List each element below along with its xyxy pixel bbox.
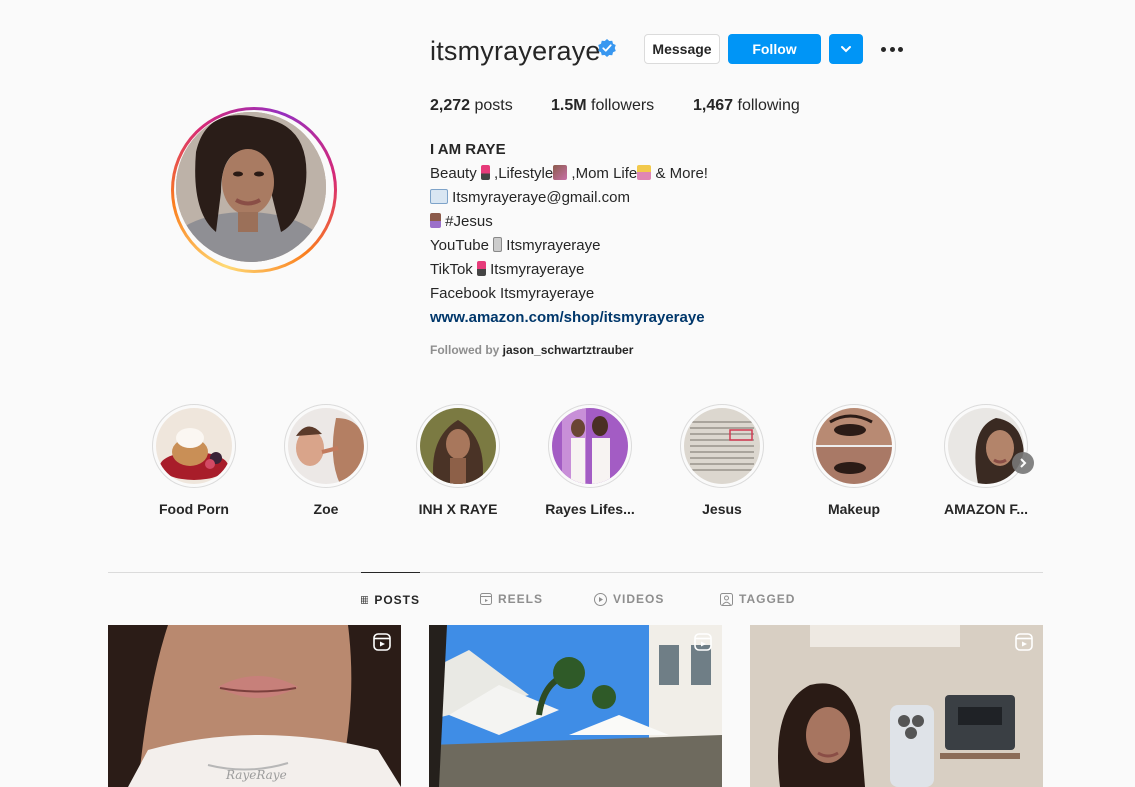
- tab-reels[interactable]: REELS: [480, 572, 543, 626]
- highlight-label: Jesus: [702, 501, 742, 517]
- message-button[interactable]: Message: [644, 34, 720, 64]
- suggested-accounts-dropdown-button[interactable]: [829, 34, 863, 64]
- bio-display-name: I AM RAYE: [430, 141, 506, 158]
- follow-button[interactable]: Follow: [728, 34, 821, 64]
- bio-facebook: Facebook Itsmyrayeraye: [430, 285, 595, 302]
- bio-email: Itsmyrayeraye@gmail.com: [430, 189, 630, 206]
- svg-text:RayeRaye: RayeRaye: [225, 768, 287, 782]
- highlight-food-porn[interactable]: Food Porn: [152, 404, 236, 517]
- followers-link[interactable]: 1.5M followers: [551, 97, 654, 115]
- bio-jesus: #Jesus: [430, 213, 493, 230]
- bio-external-link[interactable]: www.amazon.com/shop/itsmyrayeraye: [430, 309, 705, 326]
- highlight-label: AMAZON F...: [944, 501, 1028, 517]
- highlight-label: Zoe: [313, 501, 339, 517]
- highlight-label: INH X RAYE: [418, 501, 498, 517]
- highlight-jesus[interactable]: Jesus: [680, 404, 764, 517]
- chevron-right-icon: [1020, 458, 1027, 468]
- praying-hands-emoji-icon: [430, 213, 441, 228]
- highlight-label: Food Porn: [159, 501, 229, 517]
- tag-user-icon: [720, 592, 733, 606]
- tab-videos[interactable]: VIDEOS: [594, 572, 664, 626]
- reel-icon: [480, 593, 492, 605]
- highlight-label: Rayes Lifes...: [545, 501, 635, 517]
- highlight-rayes-lifestyle[interactable]: Rayes Lifes...: [545, 404, 635, 517]
- reel-icon: [1015, 633, 1033, 651]
- tabs-divider: [108, 572, 1043, 573]
- play-circle-icon: [594, 592, 607, 606]
- lipstick-emoji-icon: [480, 165, 490, 180]
- tab-tagged[interactable]: TAGGED: [720, 572, 795, 626]
- bio-tiktok: TikTok Itsmyrayeraye: [430, 261, 585, 278]
- mother-emoji-icon: [637, 165, 652, 180]
- more-options-icon[interactable]: [878, 38, 906, 60]
- chevron-down-icon: [841, 46, 851, 53]
- bio-line-interests: Beauty ,Lifestyle ,Mom Life & More!: [430, 165, 708, 182]
- reel-icon: [373, 633, 391, 651]
- phone-emoji-icon: [493, 237, 503, 252]
- highlight-amazon-finds[interactable]: AMAZON F...: [944, 404, 1028, 517]
- profile-avatar[interactable]: [171, 107, 337, 273]
- nail-polish-emoji-icon: [553, 165, 568, 180]
- tab-posts[interactable]: POSTS: [361, 572, 420, 626]
- verified-badge-icon: [598, 39, 616, 57]
- highlight-inh-x-raye[interactable]: INH X RAYE: [416, 404, 500, 517]
- posts-count: 2,272 posts: [430, 97, 513, 114]
- highlights-next-button[interactable]: [1012, 452, 1034, 474]
- highlight-label: Makeup: [827, 501, 881, 517]
- post-tile[interactable]: [429, 625, 722, 787]
- envelope-emoji-icon: [430, 189, 448, 204]
- reel-icon: [694, 633, 712, 651]
- highlight-makeup[interactable]: Makeup: [812, 404, 896, 517]
- post-tile[interactable]: [750, 625, 1043, 787]
- grid-icon: [361, 595, 369, 604]
- highlight-zoe[interactable]: Zoe: [284, 404, 368, 517]
- post-tile[interactable]: RayeRaye: [108, 625, 401, 787]
- following-link[interactable]: 1,467 following: [693, 97, 800, 115]
- lipstick-emoji-icon: [476, 261, 486, 276]
- bio-youtube: YouTube Itsmyrayeraye: [430, 237, 601, 254]
- followed-by[interactable]: Followed by jason_schwartztrauber: [430, 343, 633, 357]
- profile-username: itsmyrayeraye: [430, 36, 601, 66]
